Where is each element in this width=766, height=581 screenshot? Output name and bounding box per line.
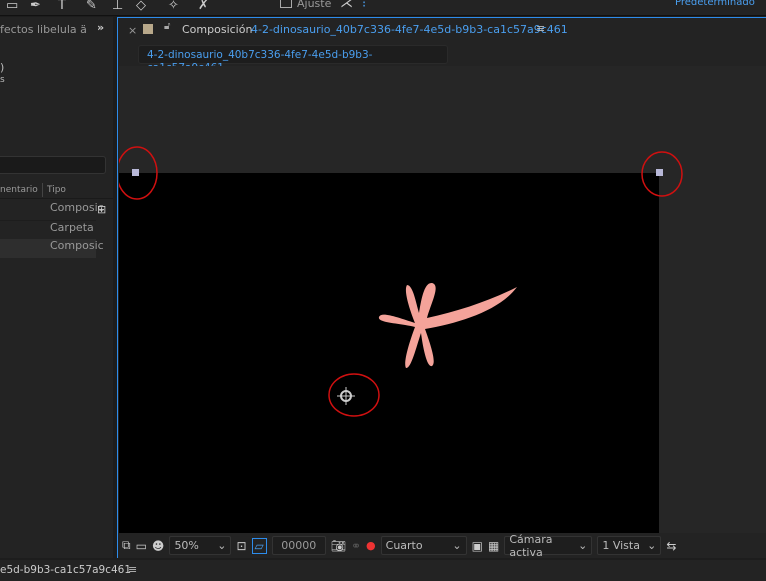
tab-composition-name[interactable]: 4-2-dinosaurio_40b7c336-4fe7-4e5d-b9b3-c… <box>251 23 568 36</box>
item-type: Carpeta <box>50 221 94 234</box>
views-dropdown[interactable]: 1 Vista ⌄ <box>597 536 662 555</box>
list-item[interactable]: Composic <box>0 239 104 258</box>
zoom-value: 50% <box>174 539 199 552</box>
timeline-tab[interactable]: e5d-b9b3-ca1c57a9c461 <box>0 564 131 576</box>
project-search-input[interactable] <box>0 156 106 174</box>
flowchart-icon[interactable]: ⊞ <box>97 203 106 216</box>
pen-tool-icon[interactable]: ✒ <box>30 0 41 12</box>
tab-composition-label[interactable]: Composición <box>182 23 252 36</box>
channel-icon[interactable]: ● <box>366 539 376 552</box>
lock-icon[interactable]: 🔓︎ <box>164 21 170 32</box>
resolution-value: Cuarto <box>385 539 423 552</box>
annotation-circles <box>119 146 683 417</box>
resolution-dropdown[interactable]: Cuarto ⌄ <box>380 536 467 555</box>
timeline-tab-bar: e5d-b9b3-ca1c57a9c461 ≡ <box>0 560 766 581</box>
mask-path-icon[interactable]: ▱ <box>251 537 267 554</box>
panel-tab-effects[interactable]: fectos libelula ä <box>0 23 87 36</box>
panel-menu-icon[interactable]: ≡ <box>536 22 545 35</box>
always-preview-icon[interactable]: ⧉ <box>122 538 131 553</box>
roto-tool-icon[interactable]: ✧ <box>168 0 179 12</box>
info-text: s <box>0 75 5 85</box>
workspace-predeterminado[interactable]: Predeterminado <box>675 0 755 8</box>
list-item[interactable]: Carpeta <box>0 220 96 239</box>
column-type[interactable]: Tipo <box>42 183 66 197</box>
timecode-value: 00000 <box>281 539 317 552</box>
toggle-pixel-aspect-icon[interactable]: ⇆ <box>666 539 676 553</box>
composition-viewer[interactable] <box>119 66 766 533</box>
region-of-interest-icon[interactable]: ▣ <box>472 539 483 553</box>
transparency-grid-icon[interactable]: ▦ <box>488 539 499 553</box>
show-snapshot-icon[interactable]: ⚭ <box>351 539 361 553</box>
snapshot-icon[interactable]: 📷︎ <box>331 539 346 553</box>
monitor-icon[interactable]: ▭ <box>136 539 147 553</box>
eraser-tool-icon[interactable]: ◇ <box>136 0 146 12</box>
item-type: Composic <box>50 201 104 214</box>
camera-value: Cámara activa <box>509 532 553 559</box>
comp-breadcrumb[interactable]: 4-2-dinosaurio_40b7c336-4fe7-4e5d-b9b3-c… <box>138 45 448 74</box>
pin-tool-icon[interactable]: ✗ <box>198 0 209 12</box>
snap-grid-icon[interactable]: ⁝ <box>362 0 366 10</box>
safe-zones-icon[interactable]: ⊡ <box>236 539 246 553</box>
toolbar: ▭ ✒ T ✎ ⊥ ◇ ✧ ✗ Ajuste ⋌ ⁝ Predeterminad… <box>0 0 766 16</box>
snap-options-icon[interactable]: ⋌ <box>340 0 353 10</box>
panel-overflow-icon[interactable]: » <box>97 21 104 34</box>
close-tab-icon[interactable]: × <box>128 24 137 37</box>
item-type: Composic <box>50 239 104 252</box>
project-panel: fectos libelula ä » ) s nentario Tipo Co… <box>0 17 113 558</box>
timecode-field[interactable]: 00000 <box>271 536 326 555</box>
mask-view-icon[interactable]: ☻ <box>152 539 165 553</box>
snap-checkbox[interactable] <box>280 0 292 8</box>
rectangle-tool-icon[interactable]: ▭ <box>6 0 18 12</box>
composition-panel: × 🔓︎ Composición 4-2-dinosaurio_40b7c336… <box>117 17 766 559</box>
label-color-swatch[interactable] <box>143 24 153 34</box>
panel-menu-icon[interactable]: ≡ <box>128 563 137 576</box>
column-comment[interactable]: nentario <box>0 185 38 195</box>
views-value: 1 Vista <box>602 539 640 552</box>
info-text: ) <box>0 61 5 74</box>
zoom-dropdown[interactable]: 50% ⌄ <box>169 536 232 555</box>
text-tool-icon[interactable]: T <box>58 0 66 12</box>
stamp-tool-icon[interactable]: ⊥ <box>112 0 123 12</box>
snap-label: Ajuste <box>297 0 332 10</box>
viewer-toolbar: ⧉ ▭ ☻ 50% ⌄ ⊡ ▱ 00000 📷︎ ⚭ ● Cuarto ⌄ ▣ ▦ … <box>118 533 766 559</box>
brush-tool-icon[interactable]: ✎ <box>86 0 97 12</box>
camera-dropdown[interactable]: Cámara activa ⌄ <box>504 533 593 559</box>
